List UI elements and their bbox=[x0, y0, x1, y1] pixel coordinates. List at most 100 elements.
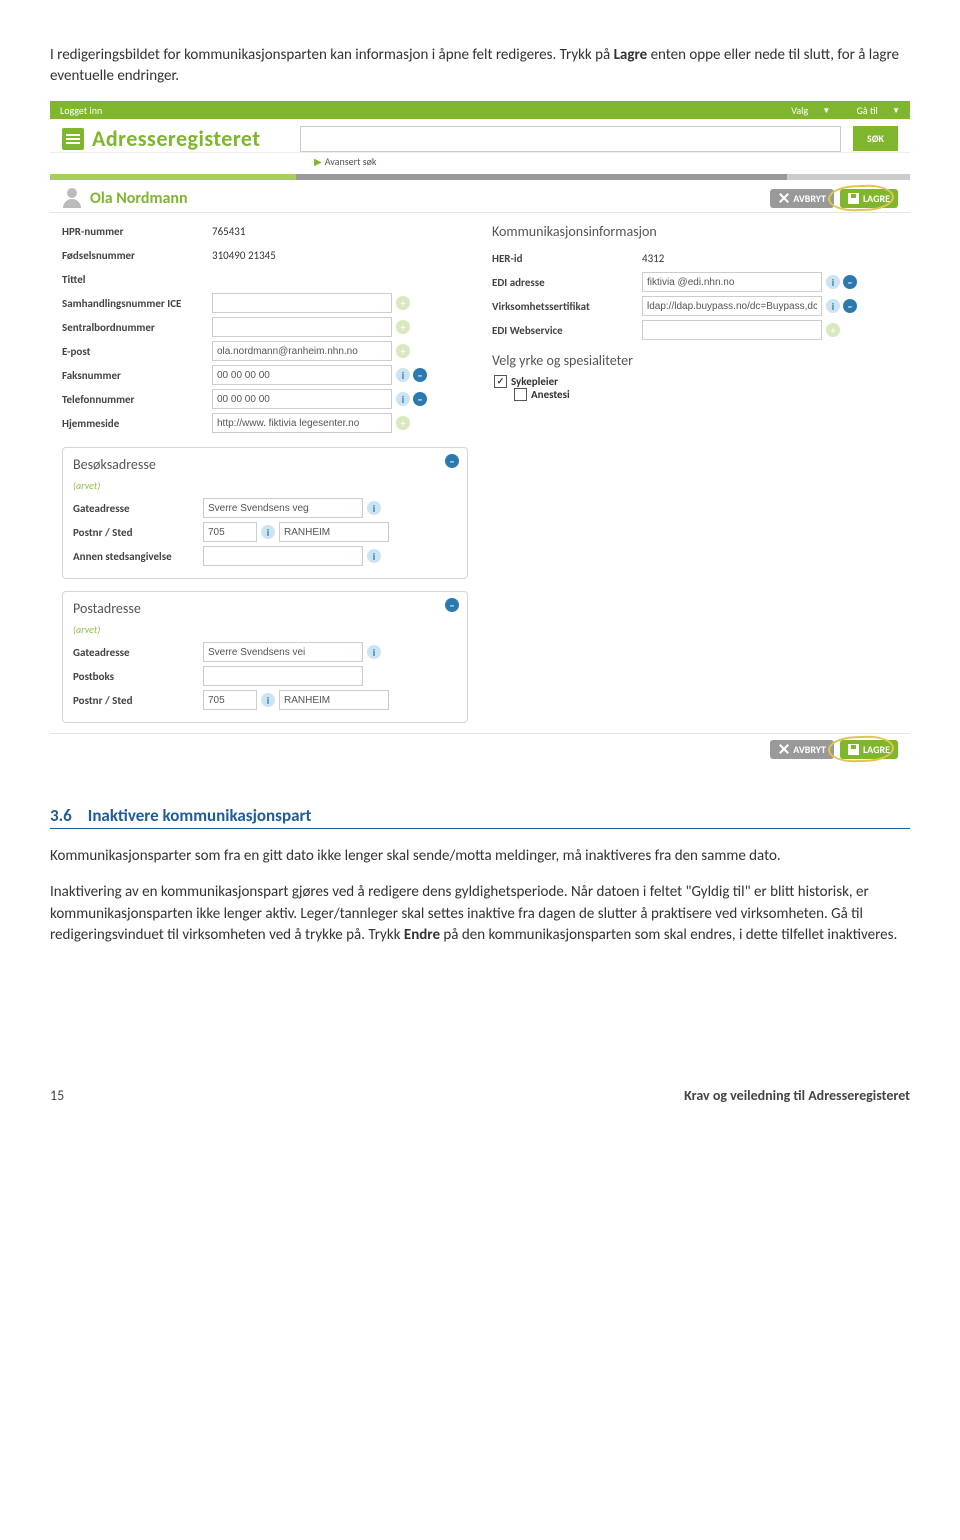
intro-text-a: I redigeringsbildet for kommunikasjonspa… bbox=[50, 46, 614, 64]
label-ediw: EDI Webservice bbox=[492, 324, 642, 337]
section-heading: 3.6Inaktivere kommunikasjonspart bbox=[50, 805, 910, 829]
input-ediw[interactable] bbox=[642, 320, 822, 340]
intro-bold: Lagre bbox=[614, 46, 648, 64]
label-annen: Annen stedsangivelse bbox=[73, 550, 203, 563]
bottom-actions: AVBRYT LAGRE bbox=[50, 733, 910, 765]
screenshot: Logget inn Valg ▼ Gå til ▼ Adresseregist… bbox=[50, 101, 910, 765]
add-icon[interactable]: + bbox=[396, 296, 410, 310]
menu-valg[interactable]: Valg ▼ bbox=[779, 104, 830, 117]
label-her: HER-id bbox=[492, 252, 642, 265]
input-sted-p[interactable] bbox=[279, 690, 389, 710]
input-gate-p[interactable] bbox=[203, 642, 363, 662]
remove-icon[interactable]: − bbox=[413, 392, 427, 406]
intro-paragraph: I redigeringsbildet for kommunikasjonspa… bbox=[50, 45, 910, 87]
login-status[interactable]: Logget inn bbox=[60, 104, 102, 117]
value-her: 4312 bbox=[642, 252, 898, 265]
input-postnr-p[interactable] bbox=[203, 690, 257, 710]
section-kommunikasjon: Kommunikasjonsinformasjon bbox=[492, 223, 898, 240]
cancel-button[interactable]: AVBRYT bbox=[770, 189, 834, 208]
save-icon bbox=[848, 193, 859, 204]
input-sted-b[interactable] bbox=[279, 522, 389, 542]
info-icon[interactable]: i bbox=[367, 645, 381, 659]
menu-gaa-til[interactable]: Gå til ▼ bbox=[845, 104, 900, 117]
user-name: Ola Nordmann bbox=[90, 189, 764, 208]
chevron-down-icon: ▼ bbox=[892, 106, 900, 116]
search-button[interactable]: SØK bbox=[853, 126, 898, 151]
info-icon[interactable]: i bbox=[396, 368, 410, 382]
input-boks[interactable] bbox=[203, 666, 363, 686]
person-icon bbox=[62, 188, 82, 208]
add-icon[interactable]: + bbox=[826, 323, 840, 337]
label-sentral: Sentralbordnummer bbox=[62, 321, 212, 334]
top-bar: Logget inn Valg ▼ Gå til ▼ bbox=[50, 101, 910, 119]
save-button[interactable]: LAGRE bbox=[840, 740, 898, 759]
page-number: 15 bbox=[50, 1087, 64, 1104]
label-ice: Samhandlingsnummer ICE bbox=[62, 297, 212, 310]
label-post-p: Postnr / Sted bbox=[73, 694, 203, 707]
save-icon bbox=[848, 744, 859, 755]
add-icon[interactable]: + bbox=[396, 320, 410, 334]
info-icon[interactable]: i bbox=[396, 392, 410, 406]
input-hjemme[interactable] bbox=[212, 413, 392, 433]
add-icon[interactable]: + bbox=[396, 344, 410, 358]
input-edi[interactable] bbox=[642, 272, 822, 292]
panel-besoksadresse: Besøksadresse − (arvet) Gateadressei Pos… bbox=[62, 447, 468, 579]
user-header: Ola Nordmann AVBRYT LAGRE bbox=[50, 180, 910, 213]
remove-icon[interactable]: − bbox=[445, 454, 459, 468]
value-hpr: 765431 bbox=[212, 225, 468, 238]
save-button[interactable]: LAGRE bbox=[840, 189, 898, 208]
input-epost[interactable] bbox=[212, 341, 392, 361]
section-p2: Inaktivering av en kommunikasjonspart gj… bbox=[50, 882, 910, 947]
input-sentral[interactable] bbox=[212, 317, 392, 337]
input-ice[interactable] bbox=[212, 293, 392, 313]
header: Adresseregisteret SØK bbox=[50, 119, 910, 153]
arvet-label: (arvet) bbox=[73, 623, 457, 636]
input-annen[interactable] bbox=[203, 546, 363, 566]
label-epost: E-post bbox=[62, 345, 212, 358]
label-post-b: Postnr / Sted bbox=[73, 526, 203, 539]
checkbox-icon: ✓ bbox=[494, 375, 507, 388]
info-icon[interactable]: i bbox=[367, 549, 381, 563]
add-icon[interactable]: + bbox=[396, 416, 410, 430]
checkbox-icon bbox=[514, 388, 527, 401]
input-virk[interactable] bbox=[642, 296, 822, 316]
label-gate-p: Gateadresse bbox=[73, 646, 203, 659]
label-boks: Postboks bbox=[73, 670, 203, 683]
label-hpr: HPR-nummer bbox=[62, 225, 212, 238]
label-hjemme: Hjemmeside bbox=[62, 417, 212, 430]
info-icon[interactable]: i bbox=[826, 275, 840, 289]
label-fnr: Fødselsnummer bbox=[62, 249, 212, 262]
info-icon[interactable]: i bbox=[826, 299, 840, 313]
panel-postadresse: Postadresse − (arvet) Gateadresse i Postb… bbox=[62, 591, 468, 723]
app-title: Adresseregisteret bbox=[92, 125, 260, 152]
checkbox-anestesi[interactable]: Anestesi bbox=[514, 388, 898, 401]
info-icon[interactable]: i bbox=[261, 693, 275, 707]
triangle-right-icon: ▶ bbox=[314, 155, 322, 168]
cancel-button[interactable]: AVBRYT bbox=[770, 740, 834, 759]
advanced-search-link[interactable]: ▶Avansert søk bbox=[314, 153, 910, 174]
section-title: Inaktivere kommunikasjonspart bbox=[88, 805, 312, 826]
label-virk: Virksomhetssertifikat bbox=[492, 300, 642, 313]
input-postnr-b[interactable] bbox=[203, 522, 257, 542]
remove-icon[interactable]: − bbox=[843, 275, 857, 289]
input-faks[interactable] bbox=[212, 365, 392, 385]
close-icon bbox=[778, 744, 789, 755]
remove-icon[interactable]: − bbox=[843, 299, 857, 313]
label-edi: EDI adresse bbox=[492, 276, 642, 289]
remove-icon[interactable]: − bbox=[445, 598, 459, 612]
arvet-label: (arvet) bbox=[73, 479, 457, 492]
label-faks: Faksnummer bbox=[62, 369, 212, 382]
input-gate-b[interactable] bbox=[203, 498, 363, 518]
chevron-down-icon: ▼ bbox=[822, 106, 830, 116]
doc-title-footer: Krav og veiledning til Adresseregisteret bbox=[684, 1087, 910, 1104]
app-logo-icon bbox=[62, 128, 84, 150]
left-column: HPR-nummer765431 Fødselsnummer310490 213… bbox=[62, 219, 468, 723]
checkbox-sykepleier[interactable]: ✓Sykepleier bbox=[494, 375, 898, 388]
right-column: Kommunikasjonsinformasjon HER-id4312 EDI… bbox=[492, 219, 898, 723]
panel-title-post: Postadresse bbox=[73, 600, 457, 617]
info-icon[interactable]: i bbox=[367, 501, 381, 515]
search-input[interactable] bbox=[300, 126, 841, 152]
remove-icon[interactable]: − bbox=[413, 368, 427, 382]
input-tlf[interactable] bbox=[212, 389, 392, 409]
info-icon[interactable]: i bbox=[261, 525, 275, 539]
